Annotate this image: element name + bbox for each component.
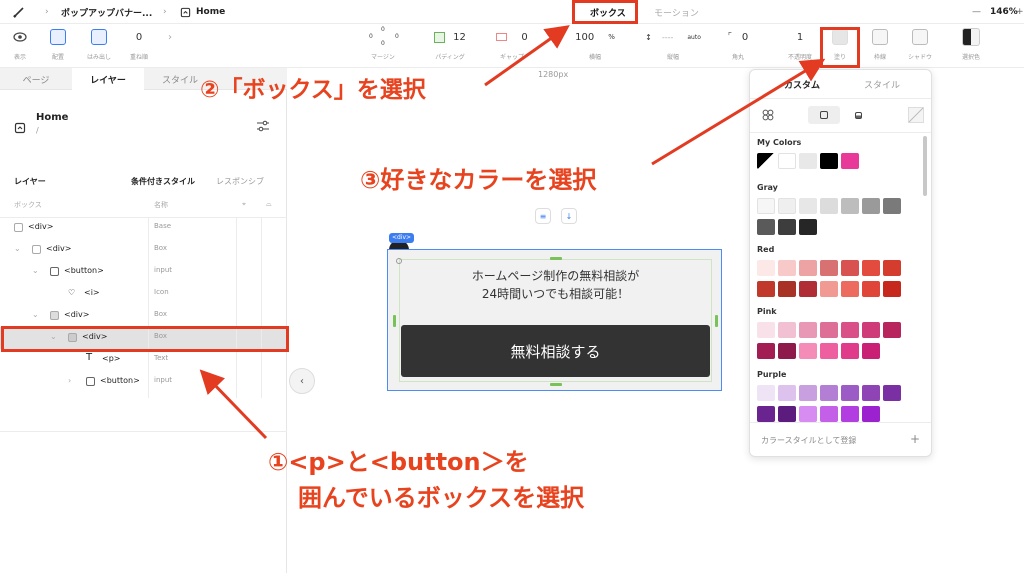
annotation-step1-line2: 囲んでいるボックスを選択 (298, 484, 585, 512)
annotation-step1-line1: ①<p>と<button＞を (268, 448, 529, 476)
annotation-step3: ③好きなカラーを選択 (360, 166, 597, 194)
annotation-step2: ②「ボックス」を選択 (200, 77, 426, 103)
